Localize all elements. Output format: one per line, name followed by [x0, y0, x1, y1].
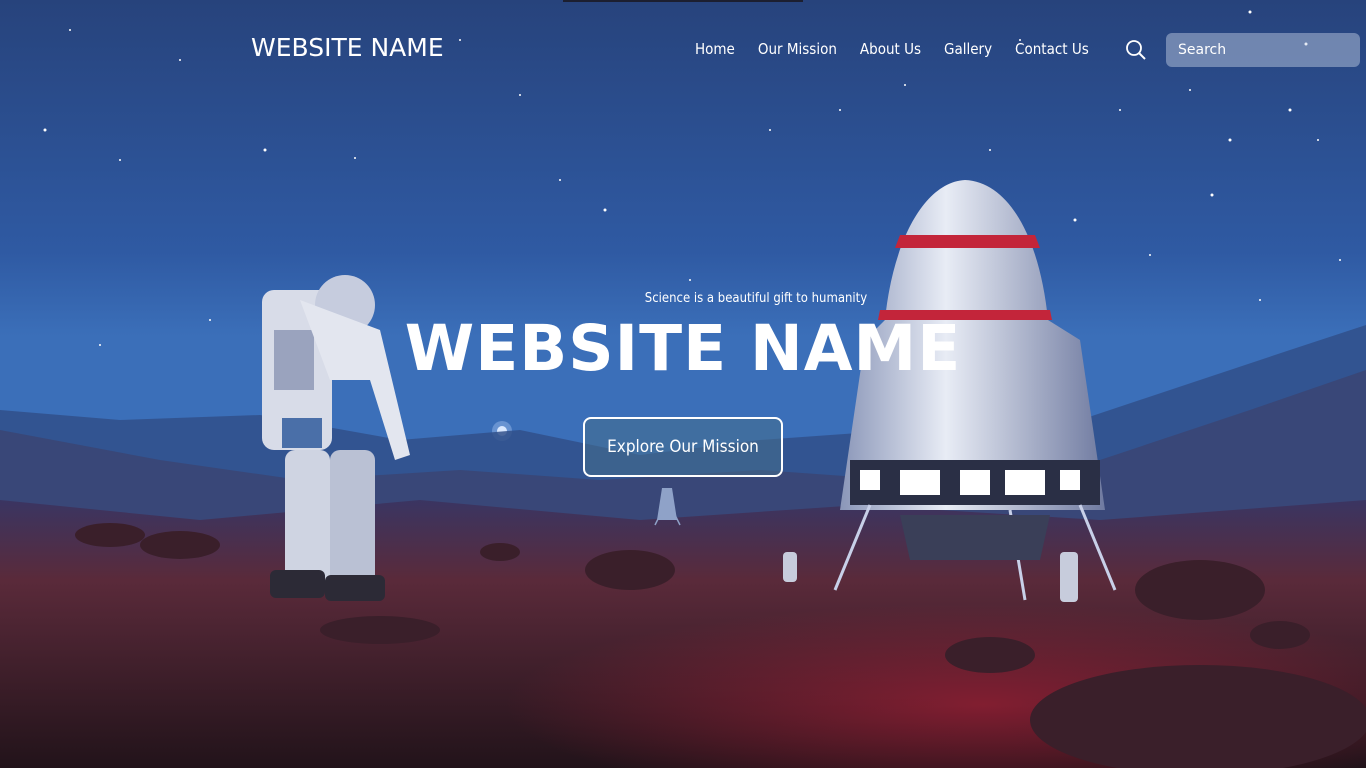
- explore-mission-button[interactable]: Explore Our Mission: [583, 417, 783, 477]
- nav-home[interactable]: Home: [695, 40, 735, 58]
- hero-title: WEBSITE NAME: [404, 312, 962, 385]
- nav-about-us[interactable]: About Us: [860, 40, 921, 58]
- nav-our-mission[interactable]: Our Mission: [758, 40, 837, 58]
- main-nav: Home Our Mission About Us Gallery Contac…: [695, 40, 1112, 58]
- nav-contact-us[interactable]: Contact Us: [1015, 40, 1089, 58]
- search-input[interactable]: [1166, 33, 1360, 67]
- site-logo[interactable]: WEBSITE NAME: [251, 33, 444, 62]
- page: WEBSITE NAME Home Our Mission About Us G…: [0, 0, 1366, 768]
- nav-gallery[interactable]: Gallery: [944, 40, 992, 58]
- search-icon[interactable]: [1125, 39, 1147, 61]
- hero-tagline: Science is a beautiful gift to humanity: [644, 291, 868, 306]
